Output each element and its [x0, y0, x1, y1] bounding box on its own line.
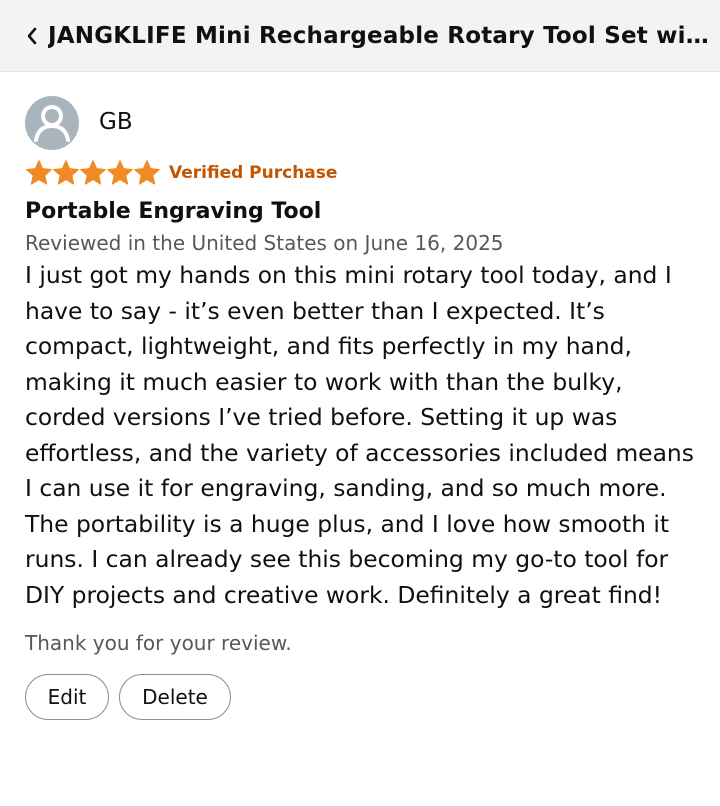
star-icon: [53, 160, 79, 185]
thanks-message: Thank you for your review.: [25, 631, 292, 655]
review-body: I just got my hands on this mini rotary …: [25, 261, 694, 609]
star-icon: [80, 160, 106, 185]
review-date: Reviewed in the United States on June 16…: [25, 231, 504, 255]
review-card: GB Verified Purchase Portable Engraving …: [0, 96, 720, 720]
top-bar: JANGKLIFE Mini Rechargeable Rotary Tool …: [0, 0, 720, 72]
chevron-left-icon: [27, 27, 37, 44]
review-title: Portable Engraving Tool: [25, 199, 322, 224]
review-actions: Edit Delete: [25, 674, 695, 720]
star-icon: [26, 160, 52, 185]
star-icon: [134, 160, 160, 185]
user-silhouette-icon: [34, 105, 70, 142]
delete-button[interactable]: Delete: [119, 674, 231, 720]
star-rating: [25, 159, 160, 187]
avatar: [25, 96, 79, 150]
star-icon: [107, 160, 133, 185]
product-title[interactable]: JANGKLIFE Mini Rechargeable Rotary Tool …: [48, 23, 718, 49]
back-button[interactable]: [22, 21, 42, 51]
verified-purchase-badge: Verified Purchase: [169, 163, 338, 183]
reviewer-name: GB: [99, 109, 133, 135]
rating-row: Verified Purchase: [25, 159, 695, 187]
edit-button[interactable]: Edit: [25, 674, 109, 720]
reviewer-profile: GB: [25, 96, 695, 150]
